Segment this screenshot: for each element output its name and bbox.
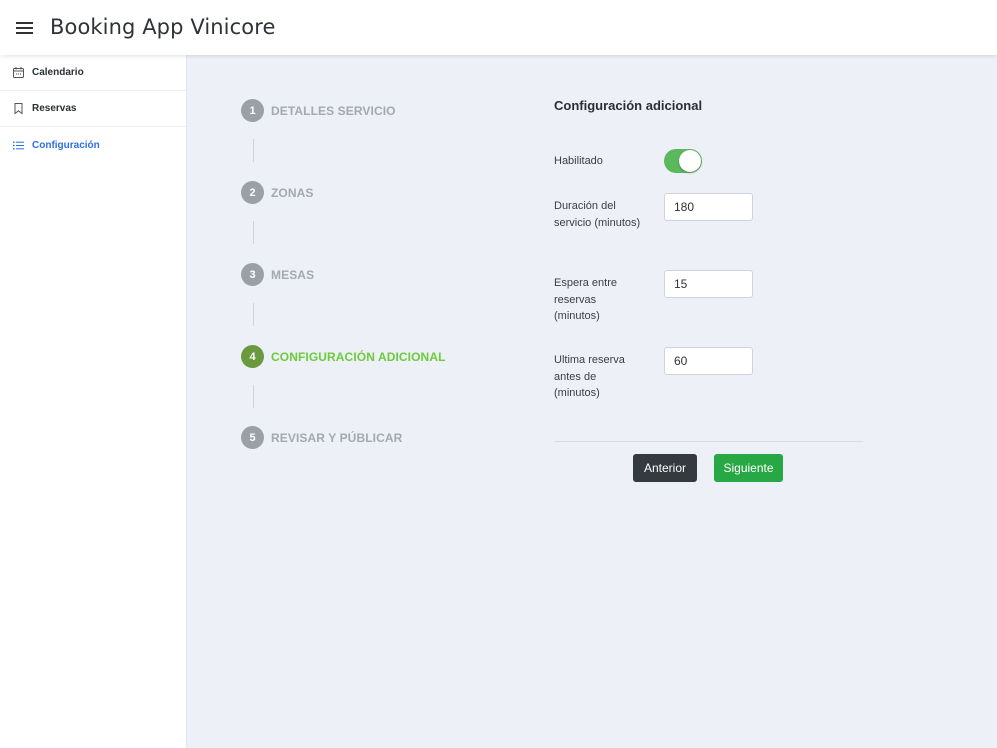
sidebar-item-reservas[interactable]: Reservas xyxy=(0,91,186,127)
step-connector xyxy=(253,221,254,244)
step-number: 2 xyxy=(241,181,264,204)
step-label: CONFIGURACIÓN ADICIONAL xyxy=(271,349,446,364)
step-label: REVISAR Y PÚBLICAR xyxy=(271,430,403,445)
previous-button[interactable]: Anterior xyxy=(633,454,697,482)
sidebar: Calendario Reservas Configuración xyxy=(0,55,187,748)
sidebar-item-configuracion[interactable]: Configuración xyxy=(0,127,186,163)
last-booking-label: Ultima reserva antes de (minutos) xyxy=(554,354,625,399)
form-divider xyxy=(554,441,863,442)
step-zonas[interactable]: 2 ZONAS xyxy=(241,181,314,204)
toggle-knob xyxy=(679,150,701,172)
step-detalles-servicio[interactable]: 1 DETALLES SERVICIO xyxy=(241,99,396,122)
app-title: Booking App Vinicore xyxy=(50,15,276,39)
hamburger-menu-icon[interactable] xyxy=(16,20,34,36)
duration-label: Duración del servicio (minutos) xyxy=(554,200,641,229)
step-connector xyxy=(253,139,254,162)
list-icon xyxy=(12,139,25,152)
sidebar-item-label: Calendario xyxy=(32,67,84,78)
step-number: 5 xyxy=(241,426,264,449)
sidebar-item-label: Reservas xyxy=(32,103,77,114)
step-label: ZONAS xyxy=(271,185,314,200)
last-booking-input[interactable] xyxy=(664,347,753,375)
step-label: DETALLES SERVICIO xyxy=(271,103,396,118)
sidebar-item-calendario[interactable]: Calendario xyxy=(0,55,186,91)
bookmark-icon xyxy=(12,102,25,115)
step-connector xyxy=(253,385,254,408)
step-mesas[interactable]: 3 MESAS xyxy=(241,263,314,286)
step-revisar-publicar[interactable]: 5 REVISAR Y PÚBLICAR xyxy=(241,426,402,449)
step-label: MESAS xyxy=(271,267,315,282)
main-content: 1 DETALLES SERVICIO 2 ZONAS 3 MESAS 4 CO… xyxy=(187,55,997,748)
next-button[interactable]: Siguiente xyxy=(714,454,783,482)
wait-input[interactable] xyxy=(664,270,753,298)
wait-label: Espera entre reservas (minutos) xyxy=(554,277,617,322)
form-title: Configuración adicional xyxy=(554,98,703,113)
top-bar: Booking App Vinicore xyxy=(0,0,997,55)
duration-input[interactable] xyxy=(664,193,753,221)
enabled-label: Habilitado xyxy=(554,155,603,167)
enabled-toggle[interactable] xyxy=(664,149,702,173)
step-number: 1 xyxy=(241,99,264,122)
step-number: 4 xyxy=(241,345,264,368)
step-configuracion-adicional[interactable]: 4 CONFIGURACIÓN ADICIONAL xyxy=(241,345,446,368)
step-number: 3 xyxy=(241,263,264,286)
calendar-icon xyxy=(12,66,25,79)
sidebar-item-label: Configuración xyxy=(32,139,100,151)
step-connector xyxy=(253,303,254,326)
